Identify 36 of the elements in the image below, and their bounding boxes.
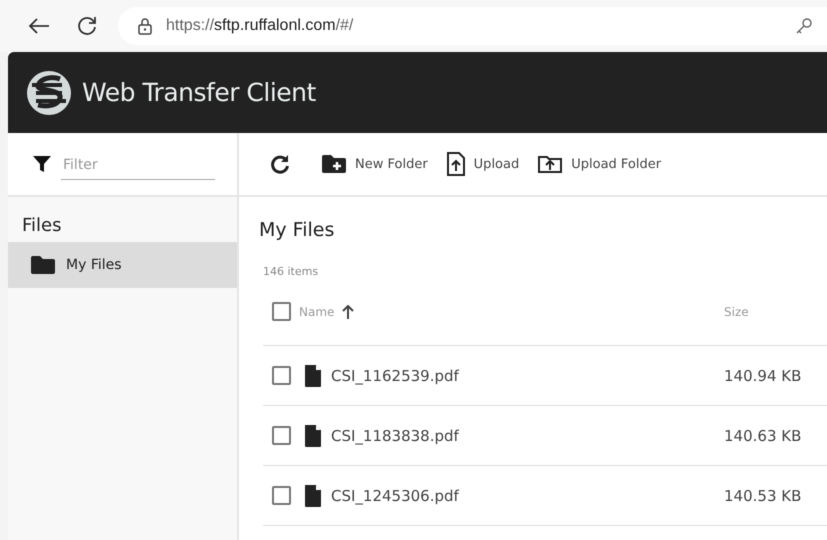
back-arrow-icon: [28, 17, 50, 35]
refresh-icon: [269, 153, 291, 175]
folder-plus-icon: [321, 154, 347, 174]
folder-icon: [30, 255, 56, 275]
sort-up-icon[interactable]: [342, 304, 354, 318]
section-title: Files: [21, 214, 62, 238]
filter-bar[interactable]: Filter: [8, 133, 237, 197]
file-size: 140.53 KB: [724, 486, 802, 504]
address-bar[interactable]: https://sftp.ruffalonl.com/#/: [118, 7, 827, 45]
file-icon: [303, 484, 323, 508]
page-title: My Files: [259, 219, 336, 241]
row-checkbox[interactable]: [272, 426, 291, 445]
url-text: https://sftp.ruffalonl.com/#/: [166, 17, 354, 35]
lock-icon: [138, 18, 152, 34]
filter-icon: [33, 155, 51, 173]
file-upload-icon: [446, 152, 466, 176]
row-checkbox[interactable]: [272, 366, 291, 385]
upload-folder-button[interactable]: Upload Folder: [537, 154, 662, 174]
new-folder-button[interactable]: New Folder: [321, 154, 428, 174]
file-size: 140.63 KB: [724, 426, 802, 444]
select-all-checkbox[interactable]: [272, 302, 291, 321]
logo-icon: [26, 70, 72, 116]
file-name[interactable]: CSI_1183838.pdf: [331, 426, 459, 444]
row-checkbox[interactable]: [272, 486, 291, 505]
sidebar-item[interactable]: My Files: [8, 242, 237, 288]
key-icon[interactable]: [795, 17, 813, 35]
item-count: 146 items: [263, 265, 320, 278]
reload-icon: [76, 15, 98, 37]
folder-upload-icon: [537, 154, 564, 174]
file-icon: [303, 364, 323, 388]
upload-button[interactable]: Upload: [446, 152, 520, 176]
file-icon: [303, 424, 323, 448]
app-title: Web Transfer Client: [82, 78, 316, 107]
file-name[interactable]: CSI_1245306.pdf: [331, 486, 459, 504]
file-size: 140.94 KB: [724, 366, 802, 384]
file-name[interactable]: CSI_1162539.pdf: [331, 366, 459, 384]
